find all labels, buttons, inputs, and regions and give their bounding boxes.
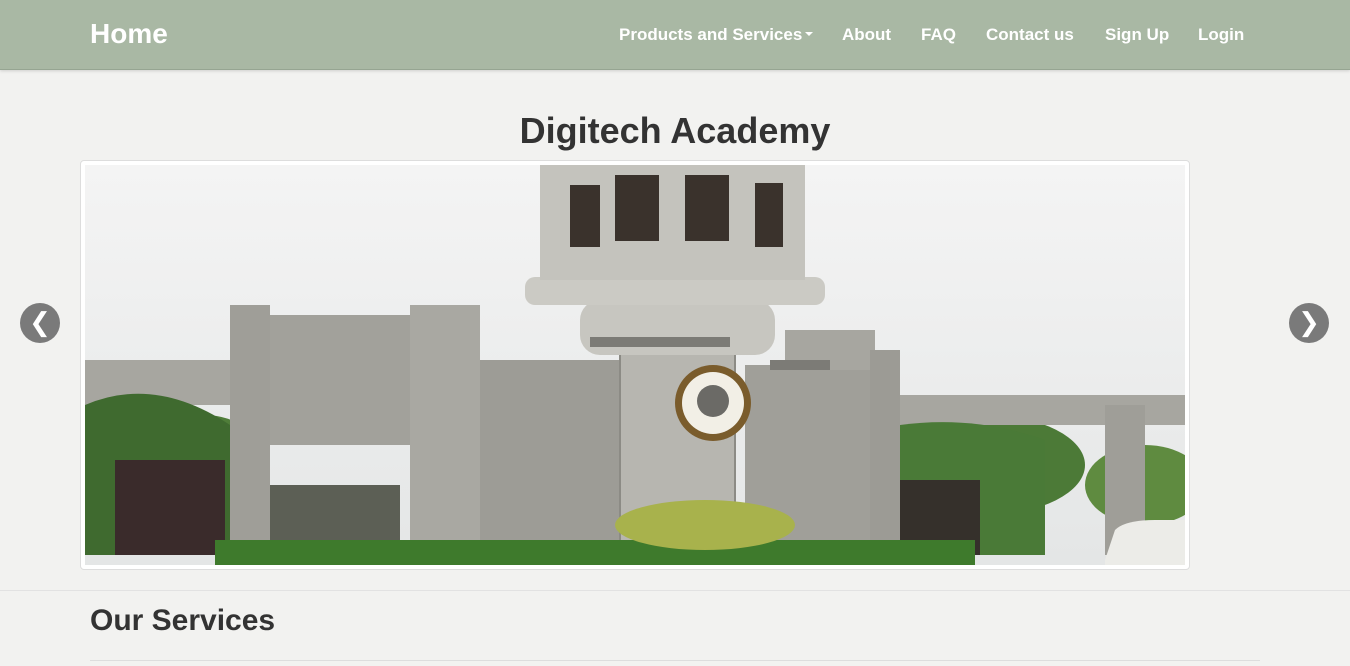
nav-item-about[interactable]: About [842,25,891,45]
services-heading: Our Services [90,604,276,637]
nav-item-label: Products and Services [619,25,803,44]
nav-item-login[interactable]: Login [1198,25,1244,45]
carousel-next-button[interactable]: ❯ [1289,303,1329,343]
nav-item-contact-us[interactable]: Contact us [986,25,1074,45]
section-divider [0,590,1350,591]
services-heading-underline [90,660,1260,661]
nav-item-faq[interactable]: FAQ [921,25,956,45]
carousel-prev-button[interactable]: ❮ [20,303,60,343]
navbar: Home Products and Services About FAQ Con… [0,0,1350,70]
carousel-slide-image [85,165,1185,565]
page-title: Digitech Academy [519,110,831,151]
chevron-left-icon: ❮ [29,307,51,337]
caret-down-icon [805,32,814,37]
carousel [80,160,1190,570]
nav-item-sign-up[interactable]: Sign Up [1105,25,1169,45]
nav-menu: Products and Services About FAQ Contact … [0,25,1350,47]
chevron-right-icon: ❯ [1298,307,1320,337]
nav-item-products-and-services[interactable]: Products and Services [619,25,814,45]
